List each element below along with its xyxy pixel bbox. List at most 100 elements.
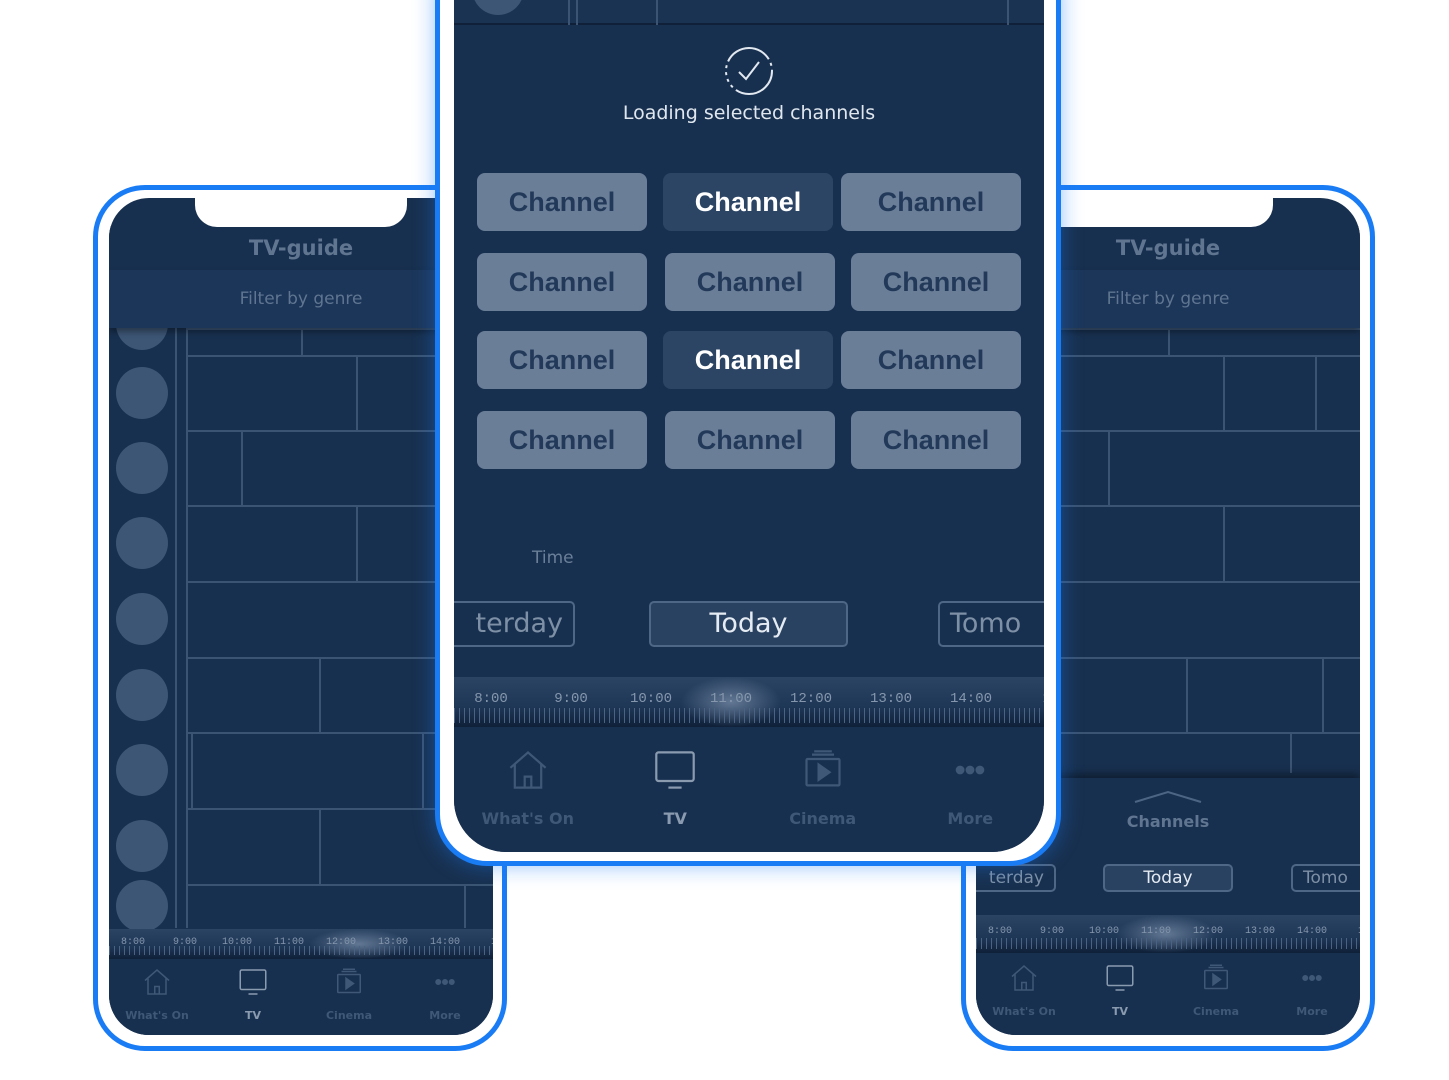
tab-label: More [429,1009,461,1022]
timeline-hour[interactable]: 13:00 [870,691,912,707]
timeline-hour[interactable]: 15 [491,937,493,948]
channel-logo[interactable] [116,744,168,796]
timeline-hour[interactable]: 14:00 [430,937,460,948]
tab-cinema[interactable]: Cinema [301,967,397,1035]
timeline-ticks [454,708,1044,723]
tab-whatson[interactable]: What's On [454,748,602,852]
program-cell-divider [1315,355,1317,430]
tab-label: More [947,809,994,829]
timeline-hour[interactable]: 8:00 [121,937,145,948]
date-prev-button[interactable]: terday [454,601,575,647]
channel-toggle-button[interactable]: Channel [851,253,1021,311]
channel-toggle-button[interactable]: Channel [663,331,833,389]
program-cell-divider [568,0,570,25]
tab-tv[interactable]: TV [205,967,301,1035]
tab-whatson[interactable]: What's On [976,963,1072,1035]
timeline-hour[interactable]: 12:00 [326,937,356,948]
timeline-hour[interactable]: 11:00 [1141,926,1171,937]
timeline-hour[interactable]: 10:00 [630,691,672,707]
tab-label: What's On [481,809,574,829]
date-current-button[interactable]: Today [1103,864,1233,892]
tab-more[interactable]: More [397,967,493,1035]
date-prev-button[interactable]: terday [976,864,1056,892]
channel-logo[interactable] [116,593,168,645]
tab-more[interactable]: More [1264,963,1360,1035]
timeline-hour[interactable]: 13:00 [378,937,408,948]
channel-logo[interactable] [116,668,168,721]
program-cell-divider [1290,732,1292,773]
channel-toggle-button[interactable]: Channel [665,411,835,469]
timeline-hour[interactable]: 10:00 [1089,926,1119,937]
channel-toggle-button[interactable]: Channel [665,253,835,311]
program-cell-divider [576,0,578,25]
chevron-up-icon[interactable] [1133,790,1203,804]
date-next-button[interactable]: Tomo [938,601,1044,647]
timeline-hour[interactable]: 12:00 [1193,926,1223,937]
tab-label: TV [1111,1005,1129,1018]
cinema-icon [1201,963,1231,996]
channel-toggle-button[interactable]: Channel [477,331,647,389]
timeline-hour[interactable]: 10:00 [222,937,252,948]
timeline-hour[interactable]: 8:00 [988,926,1012,937]
timeline-hour[interactable]: 9:00 [173,937,197,948]
phone-center-screen: Loading selected channels Channel Channel… [454,0,1044,852]
timeline-hour[interactable]: 14:00 [1297,926,1327,937]
program-cell-divider [1322,657,1324,732]
timeline-hour[interactable]: 11:00 [710,691,752,707]
home-icon [142,967,172,1000]
cinema-icon [334,967,364,1000]
tab-label: What's On [125,1009,189,1022]
program-cell-divider [1108,430,1110,505]
channel-logo[interactable] [116,517,168,569]
timeline-hour[interactable]: 9:00 [554,691,588,707]
program-cell[interactable] [189,884,493,928]
tab-cinema[interactable]: Cinema [749,748,897,852]
channel-logo[interactable] [116,441,168,494]
more-dots-icon [948,748,992,796]
tab-bar: What's On TV Cinema More [109,959,493,1035]
timeline-hour[interactable]: 9:00 [1040,926,1064,937]
tab-label: Cinema [325,1009,373,1022]
channel-logo[interactable] [116,880,168,932]
timeline-hour[interactable]: 15 [1358,926,1360,937]
now-line [186,328,188,928]
tab-tv[interactable]: TV [1072,963,1168,1035]
program-cell-divider [1186,657,1188,732]
phone-center: Loading selected channels Channel Channel… [435,0,1061,866]
channel-toggle-button[interactable]: Channel [477,173,647,231]
top-grid-remnant [454,0,1044,25]
loading-indicator: Loading selected channels [454,45,1044,124]
tab-label: Cinema [789,809,857,829]
timeline-hour[interactable]: 14:00 [950,691,992,707]
tab-cinema[interactable]: Cinema [1168,963,1264,1035]
date-current-button[interactable]: Today [649,601,848,647]
home-icon [1009,963,1039,996]
timeline-hour[interactable]: 15 [1043,691,1044,707]
timeline-scrubber[interactable]: 8:00 9:00 10:00 11:00 12:00 13:00 14:00 15 [976,915,1360,953]
channel-toggle-button[interactable]: Channel [663,173,833,231]
time-label: Time [532,548,574,568]
timeline-hour[interactable]: 11:00 [274,937,304,948]
timeline-hour[interactable]: 8:00 [474,691,508,707]
program-cell-divider [1223,355,1225,430]
tv-icon [1105,963,1135,996]
tab-label: TV [663,809,687,829]
timeline-hour[interactable]: 12:00 [790,691,832,707]
timeline-scrubber[interactable]: 8:00 9:00 10:00 11:00 12:00 13:00 14:00 15 [109,929,493,959]
date-next-button[interactable]: Tomo [1291,864,1360,892]
program-cell-divider [656,0,658,25]
channel-toggle-button[interactable]: Channel [477,253,647,311]
channel-toggle-button[interactable]: Channel [841,173,1021,231]
channel-toggle-button[interactable]: Channel [851,411,1021,469]
channel-logo[interactable] [116,820,168,872]
tab-whatson[interactable]: What's On [109,967,205,1035]
timeline-scrubber[interactable]: 8:00 9:00 10:00 11:00 12:00 13:00 14:00 15 [454,677,1044,727]
timeline-hour[interactable]: 13:00 [1245,926,1275,937]
channel-toggle-button[interactable]: Channel [477,411,647,469]
program-cell-divider [1007,0,1009,25]
tab-more[interactable]: More [897,748,1045,852]
tab-tv[interactable]: TV [602,748,750,852]
timeline-ticks [976,937,1360,949]
channel-toggle-button[interactable]: Channel [841,331,1021,389]
channel-logo[interactable] [116,366,168,419]
